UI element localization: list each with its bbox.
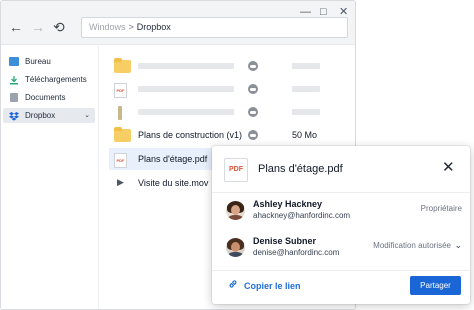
member-row: Ashley Hackney ahackney@hanfordinc.com P… [226, 199, 462, 223]
copy-link-label: Copier le lien [244, 281, 301, 291]
avatar [226, 238, 245, 257]
minimize-button[interactable]: — [300, 7, 311, 18]
breadcrumb-separator: > [128, 22, 134, 32]
sidebar-item-bureau[interactable]: Bureau [3, 54, 95, 69]
sidebar-item-dropbox[interactable]: Dropbox ⌄ [3, 108, 95, 123]
sidebar-item-telechargements[interactable]: Téléchargements [3, 72, 95, 87]
close-window-button[interactable]: ✕ [339, 7, 348, 18]
breadcrumb-root[interactable]: Windows [89, 22, 126, 32]
chevron-down-icon: ⌄ [454, 240, 462, 250]
stage: — □ ✕ ← → ⟲ Windows > Dropbox Bureau Téléc… [0, 0, 474, 310]
back-arrow-icon[interactable]: ← [9, 20, 23, 34]
download-icon [9, 75, 19, 85]
sidebar-item-documents[interactable]: Documents [3, 90, 95, 105]
sidebar-item-label: Téléchargements [25, 75, 87, 84]
avatar [226, 201, 245, 220]
refresh-icon[interactable]: ⟲ [53, 20, 65, 34]
maximize-button[interactable]: □ [320, 7, 327, 18]
dialog-title: Plans d'étage.pdf [258, 163, 343, 175]
file-name-placeholder [138, 109, 234, 115]
title-bar: — □ ✕ ← → ⟲ Windows > Dropbox [1, 1, 355, 45]
file-size-placeholder [292, 109, 320, 115]
sidebar-item-label: Dropbox [25, 111, 56, 120]
member-row: Denise Subner denise@hanfordinc.com Modi… [226, 236, 462, 260]
member-name: Ashley Hackney [253, 199, 323, 209]
address-bar[interactable]: Windows > Dropbox [81, 17, 348, 38]
video-icon: ▶ [117, 177, 124, 187]
dropbox-icon [9, 111, 19, 121]
file-name-placeholder [138, 86, 234, 92]
folder-icon [114, 58, 131, 73]
file-name: Plans d'étage.pdf [138, 154, 208, 164]
permission-label: Modification autorisée [373, 241, 451, 250]
forward-arrow-icon[interactable]: → [31, 20, 45, 34]
pdf-icon: PDF [114, 153, 127, 168]
sync-status-icon [248, 107, 258, 117]
file-name: Plans de construction (v1) [138, 130, 243, 140]
permission-dropdown[interactable]: Modification autorisée ⌄ [373, 240, 462, 251]
file-row[interactable] [109, 55, 355, 77]
sync-status-icon [248, 84, 258, 94]
link-icon [228, 279, 238, 293]
file-name: Visite du site.mov [138, 178, 209, 188]
member-name: Denise Subner [253, 236, 317, 246]
close-icon[interactable]: ✕ [442, 160, 455, 175]
member-email: ahackney@hanfordinc.com [253, 211, 351, 220]
sync-status-icon [248, 61, 258, 71]
file-row[interactable] [109, 101, 355, 123]
divider [212, 270, 470, 271]
file-size-placeholder [292, 86, 320, 92]
sync-status-icon [248, 130, 258, 140]
member-role: Propriétaire [420, 204, 462, 213]
file-icon [118, 106, 122, 120]
member-email: denise@hanfordinc.com [253, 248, 340, 257]
file-name-placeholder [138, 63, 234, 69]
divider [212, 192, 470, 193]
share-button[interactable]: Partager [410, 276, 461, 295]
pdf-icon: PDF [114, 83, 127, 98]
copy-link-button[interactable]: Copier le lien [228, 279, 301, 293]
file-row[interactable]: Plans de construction (v1) 50 Mo [109, 124, 355, 146]
file-row[interactable]: PDF [109, 78, 355, 100]
document-icon [10, 93, 18, 102]
folder-icon [114, 127, 131, 142]
sidebar: Bureau Téléchargements Documents Dropbox… [1, 46, 99, 309]
sidebar-item-label: Documents [25, 93, 66, 102]
file-size-placeholder [292, 63, 320, 69]
sidebar-item-label: Bureau [25, 57, 51, 66]
file-size: 50 Mo [292, 130, 318, 140]
pdf-icon: PDF [224, 158, 248, 182]
chevron-down-icon[interactable]: ⌄ [84, 108, 90, 123]
share-dialog: PDF Plans d'étage.pdf ✕ Ashley Hackney a… [212, 146, 470, 304]
breadcrumb-current[interactable]: Dropbox [137, 22, 171, 32]
desktop-icon [9, 57, 19, 66]
